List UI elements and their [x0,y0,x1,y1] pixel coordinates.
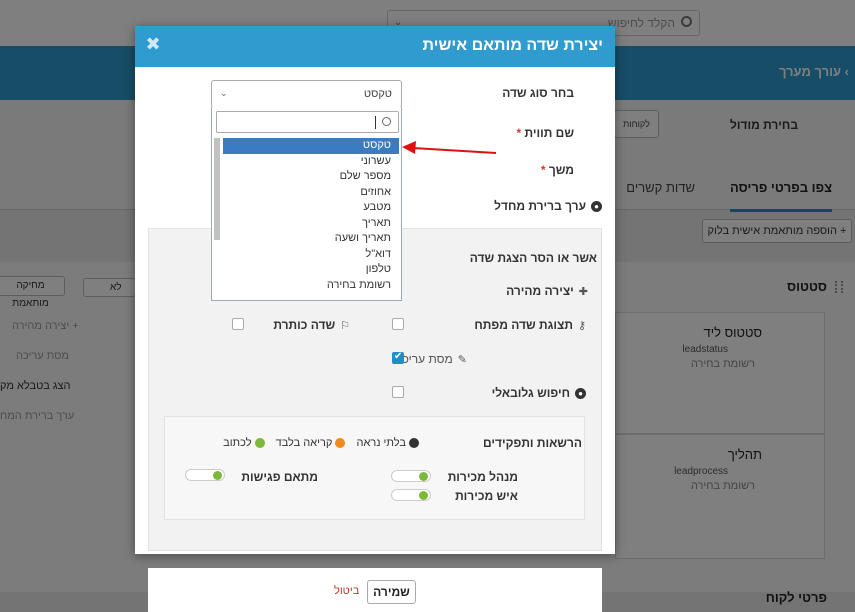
legend-read-only: קריאה בלבד [276,437,346,449]
mass-edit-checkbox[interactable] [392,351,404,364]
legend-write: לכתוב [223,437,265,449]
flag-icon: ⚐ [340,320,350,332]
global-search-checkbox[interactable] [392,386,404,398]
role-meeting-coordinator: מתאם פגישות [241,470,318,484]
title-field-label: ⚐שדה כותרת [273,318,350,332]
dropdown-option[interactable]: טלפון [223,262,399,278]
dialog-header: יצירת שדה מותאם אישית ✖ [135,26,615,67]
dialog-title: יצירת שדה מותאם אישית [422,37,603,54]
permissions-panel [164,416,585,520]
dropdown-search-input[interactable] [216,111,399,133]
dropdown-option[interactable]: תאריך ושעה [223,231,399,247]
dropdown-option[interactable]: אחוזים [223,185,399,201]
dropdown-scrollbar[interactable] [214,138,220,240]
field-type-label: בחר סוג שדה [502,86,574,100]
role-sales-manager: מנהל מכירות [447,470,518,484]
info-icon: ● [591,201,602,213]
search-icon [382,117,391,126]
field-type-dropdown: טקסט עשרוני מספר שלם אחוזים מטבע תאריך ת… [211,107,402,301]
plus-icon: ✚ [578,286,588,298]
title-field-checkbox[interactable] [232,318,244,330]
label-name-label: שם תווית * [516,126,574,140]
close-icon[interactable]: ✖ [145,35,161,53]
dropdown-options-list: טקסט עשרוני מספר שלם אחוזים מטבע תאריך ת… [223,138,399,293]
cancel-link[interactable]: ביטול [334,585,359,597]
field-type-select[interactable]: טקסט ⌄ [211,80,402,108]
dialog-footer: שמירה ביטול [148,568,602,612]
permissions-title: הרשאות ותפקידים [483,436,582,450]
dropdown-option[interactable]: מטבע [223,200,399,216]
role-salesperson: איש מכירות [455,489,518,503]
dropdown-option[interactable]: רשומת בחירה [223,278,399,294]
key-field-checkbox[interactable] [392,318,404,330]
role-toggle[interactable] [391,470,431,482]
legend-hidden: בלתי נראה [356,437,419,449]
edit-icon: ✎ [457,354,467,366]
save-button[interactable]: שמירה [367,580,416,604]
dropdown-option[interactable]: תאריך [223,216,399,232]
text-cursor [375,116,376,129]
length-label: משך * [540,163,574,177]
key-field-label: ⚷תצוגת שדה מפתח [474,318,586,332]
role-toggle[interactable] [391,489,431,501]
toggle-knob [419,472,428,481]
dropdown-option[interactable]: טקסט [223,138,399,154]
field-type-selected-value: טקסט [363,88,392,100]
chevron-down-icon: ⌄ [220,88,228,98]
dropdown-option[interactable]: דוא"ל [223,247,399,263]
approve-display-label: אשר או הסר הצגת שדה [469,251,597,265]
quick-create-label: ✚יצירה מהירה [506,284,588,298]
info-icon: ● [575,388,586,400]
mass-edit-label: ✎מסת עריכה [394,352,467,366]
key-icon: ⚷ [577,320,586,332]
permissions-legend: בלתי נראה קריאה בלבד לכתוב [179,437,419,451]
default-value-label: ●ערך ברירת מחדל [494,199,602,213]
global-search-label: ●חיפוש גלובאלי [492,386,586,400]
toggle-knob [213,471,222,480]
role-toggle[interactable] [185,469,225,481]
dropdown-option[interactable]: מספר שלם [223,169,399,185]
toggle-knob [419,491,428,500]
dropdown-option[interactable]: עשרוני [223,154,399,170]
